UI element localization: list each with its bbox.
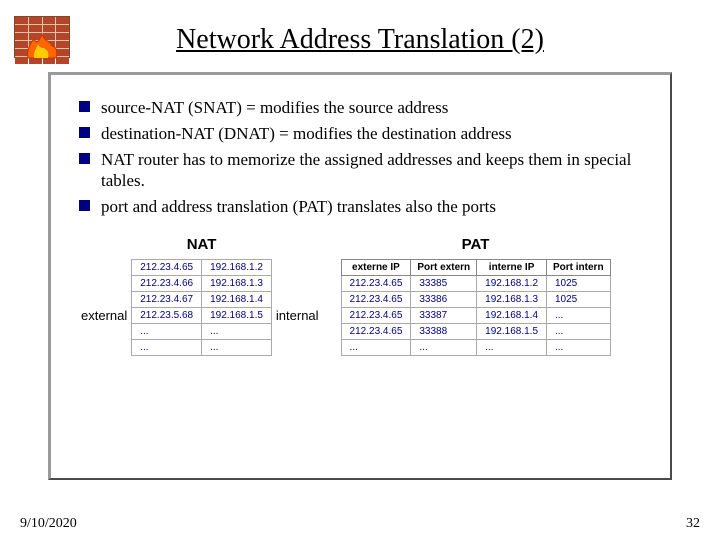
external-label: external xyxy=(77,308,131,323)
content-frame: source-NAT (SNAT) = modifies the source … xyxy=(48,72,672,480)
table-row: 212.23.4.65192.168.1.2 xyxy=(132,259,272,275)
table-row: 212.23.4.67192.168.1.4 xyxy=(132,291,272,307)
table-header-row: externe IP Port extern interne IP Port i… xyxy=(341,259,610,275)
bullet-item: port and address translation (PAT) trans… xyxy=(77,196,644,218)
table-row: 212.23.4.6533388192.168.1.5... xyxy=(341,323,610,339)
slide: Network Address Translation (2) source-N… xyxy=(0,0,720,540)
pat-block: PAT externe IP Port extern interne IP Po… xyxy=(341,236,611,356)
table-row: 212.23.4.66192.168.1.3 xyxy=(132,275,272,291)
bullet-item: NAT router has to memorize the assigned … xyxy=(77,149,644,193)
pat-title: PAT xyxy=(462,236,490,253)
table-row: 212.23.4.6533385192.168.1.21025 xyxy=(341,275,610,291)
nat-block: NAT 212.23.4.65192.168.1.2 212.23.4.6619… xyxy=(131,236,272,356)
table-row: ............ xyxy=(341,339,610,355)
page-title: Network Address Translation (2) xyxy=(24,24,696,56)
tables-area: external NAT 212.23.4.65192.168.1.2 212.… xyxy=(77,236,644,356)
nat-table: 212.23.4.65192.168.1.2 212.23.4.66192.16… xyxy=(131,259,272,356)
firewall-icon xyxy=(14,16,70,58)
table-row: ...... xyxy=(132,323,272,339)
footer-page-number: 32 xyxy=(686,516,700,532)
table-row: ...... xyxy=(132,339,272,355)
internal-label: internal xyxy=(272,308,323,323)
bullet-item: destination-NAT (DNAT) = modifies the de… xyxy=(77,123,644,145)
nat-title: NAT xyxy=(187,236,217,253)
footer-date: 9/10/2020 xyxy=(20,516,77,532)
table-row: 212.23.5.68192.168.1.5 xyxy=(132,307,272,323)
table-row: 212.23.4.6533387192.168.1.4... xyxy=(341,307,610,323)
table-row: 212.23.4.6533386192.168.1.31025 xyxy=(341,291,610,307)
pat-table: externe IP Port extern interne IP Port i… xyxy=(341,259,611,356)
bullet-list: source-NAT (SNAT) = modifies the source … xyxy=(77,97,644,218)
page-footer: 9/10/2020 32 xyxy=(20,516,700,532)
bullet-item: source-NAT (SNAT) = modifies the source … xyxy=(77,97,644,119)
